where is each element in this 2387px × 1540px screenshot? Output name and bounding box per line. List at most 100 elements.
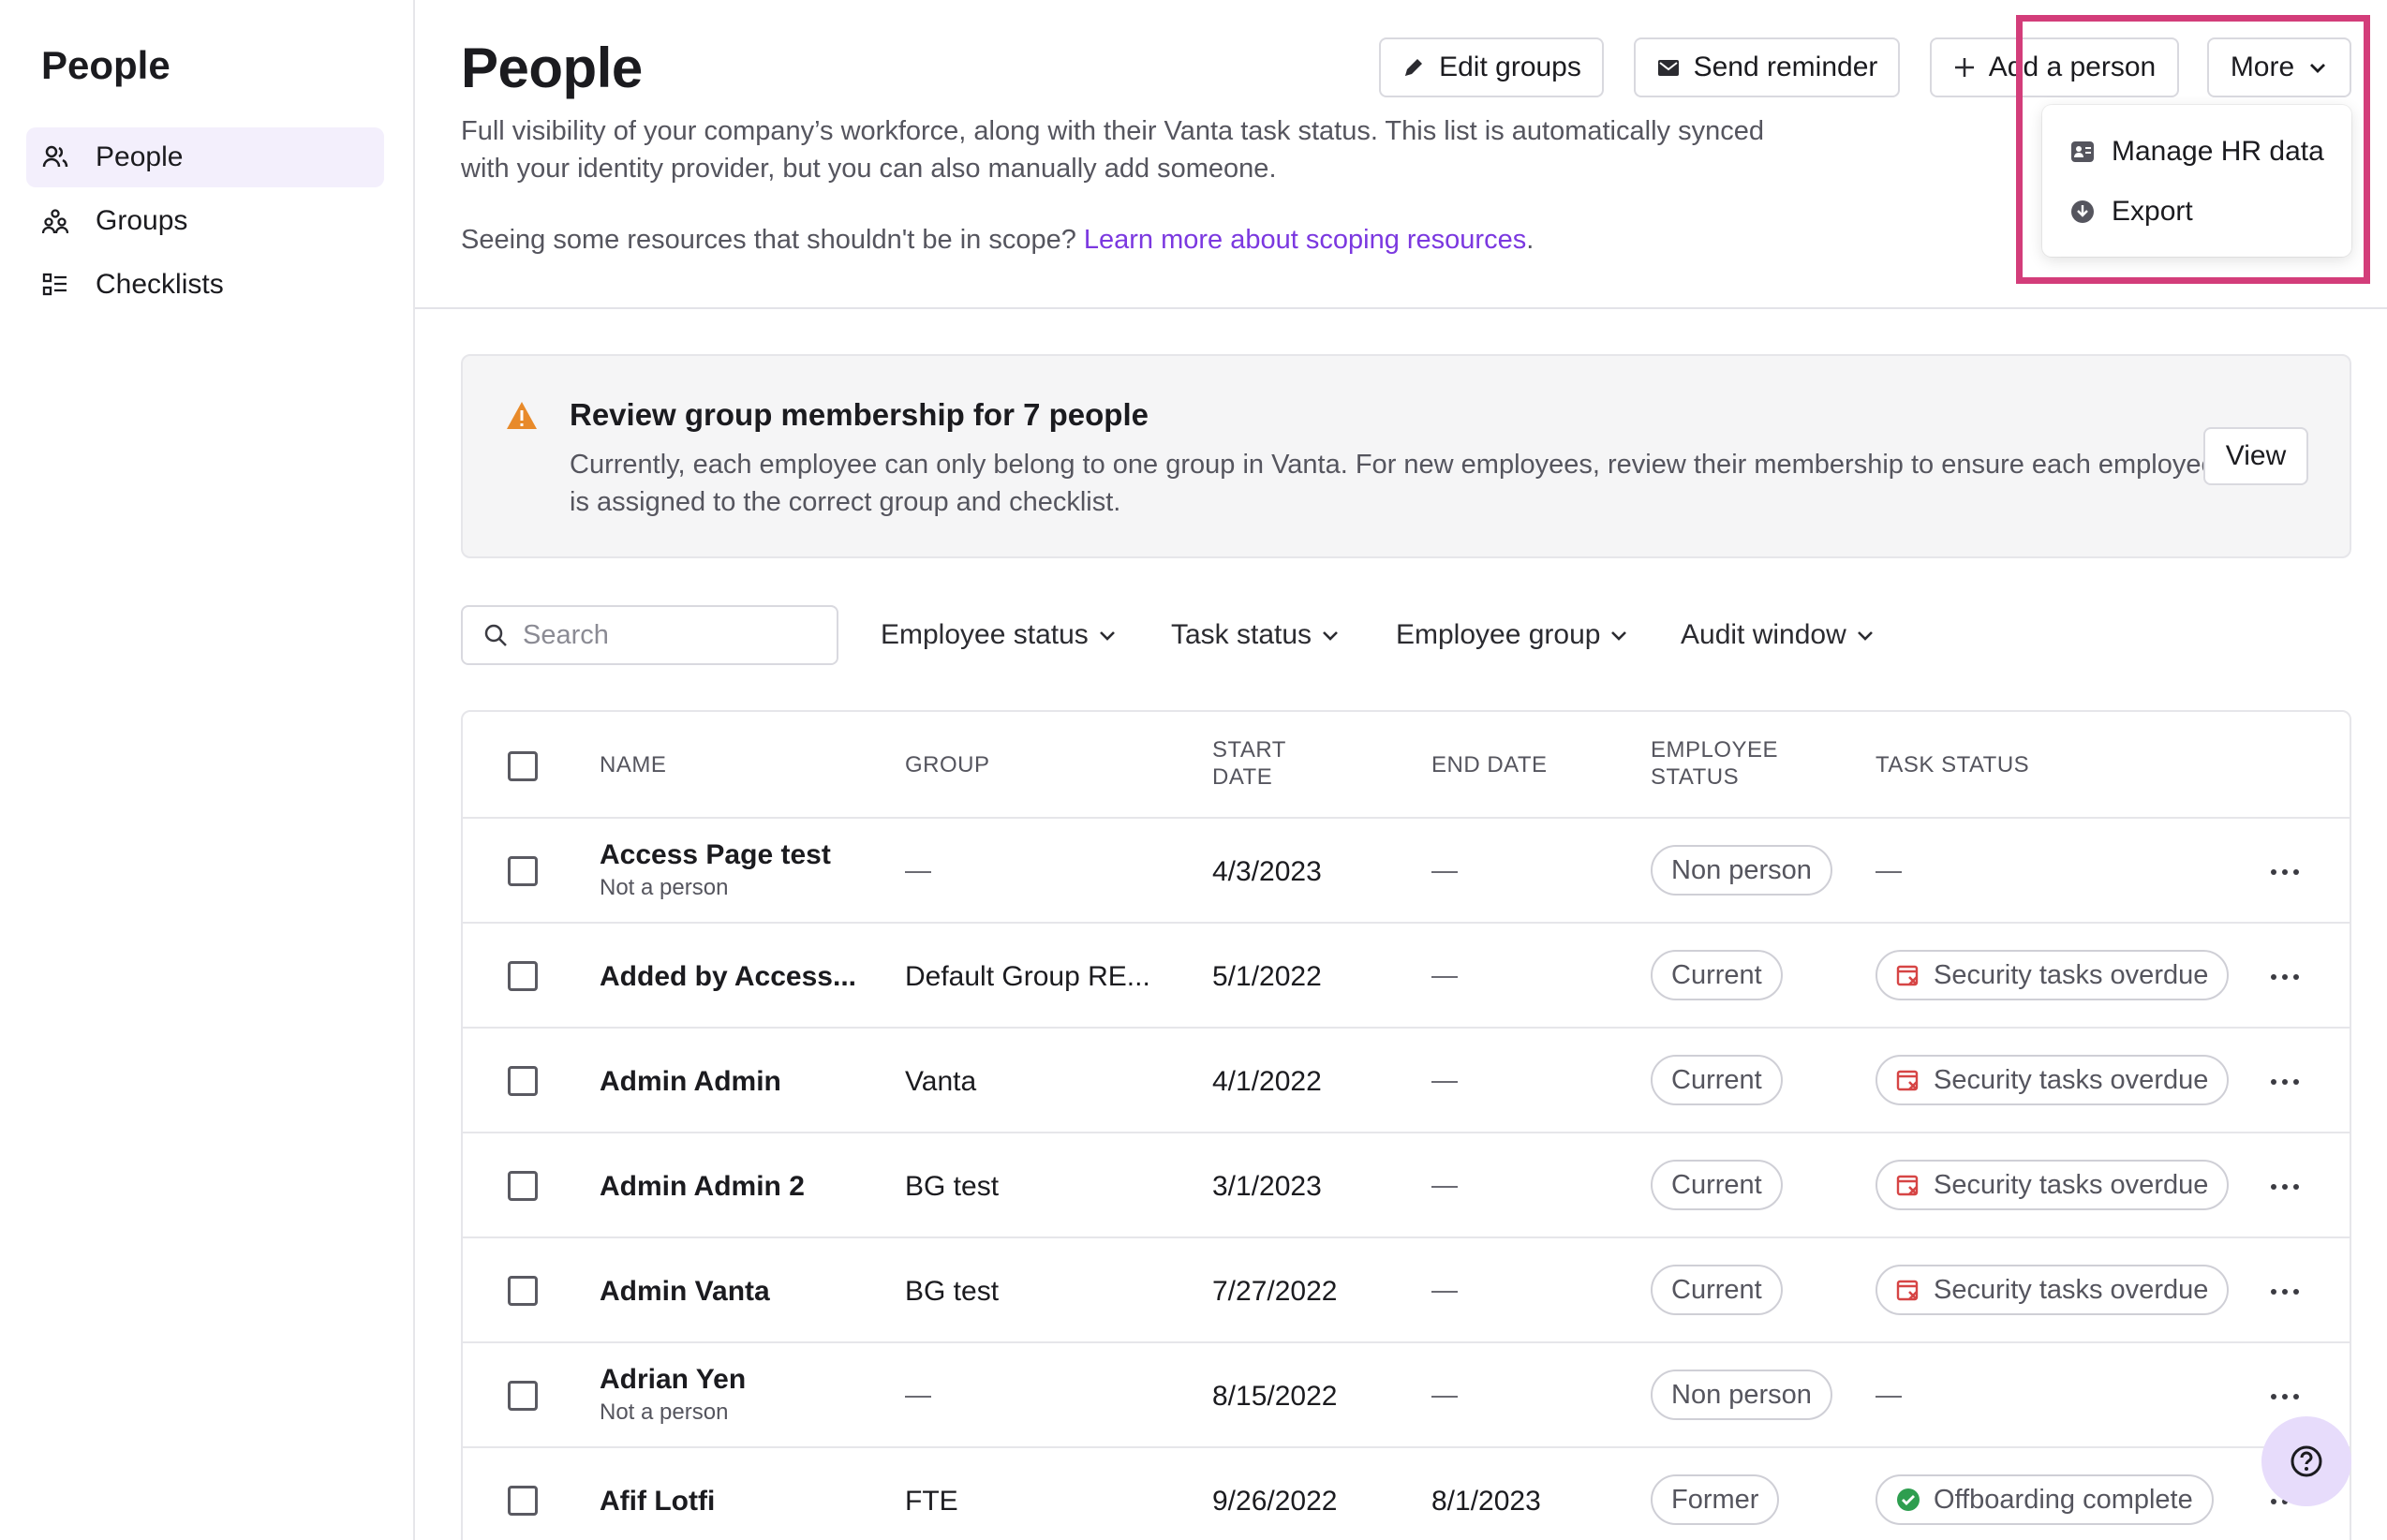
- task-status-label: Offboarding complete: [1934, 1484, 2193, 1515]
- task-status-filter[interactable]: Task status: [1171, 615, 1340, 656]
- column-header-text: START: [1212, 737, 1286, 763]
- task-status-badge: Security tasks overdue: [1876, 1265, 2230, 1315]
- people-icon: [41, 143, 69, 171]
- column-header-text: DATE: [1212, 764, 1273, 790]
- person-name[interactable]: Added by Access...: [600, 961, 856, 993]
- group-name: Vanta: [905, 1066, 977, 1097]
- person-name[interactable]: Admin Admin: [600, 1066, 781, 1098]
- filter-label: Task status: [1171, 619, 1312, 650]
- mail-icon: [1657, 60, 1679, 76]
- person-name[interactable]: Admin Vanta: [600, 1276, 770, 1308]
- person-name[interactable]: Admin Admin 2: [600, 1171, 805, 1203]
- row-checkbox[interactable]: [508, 1276, 538, 1306]
- sidebar-item-label: Checklists: [96, 269, 224, 300]
- row-actions-button[interactable]: [2271, 1392, 2299, 1401]
- person-name[interactable]: Access Page test: [600, 839, 831, 871]
- start-date: 7/27/2022: [1212, 1276, 1338, 1307]
- scope-text: Seeing some resources that shouldn't be …: [461, 225, 1084, 255]
- column-header-end-date[interactable]: END DATE: [1431, 751, 1548, 778]
- search-icon: [484, 624, 507, 646]
- table-row[interactable]: Admin Vanta BG test 7/27/2022 Current Se…: [463, 1238, 2350, 1343]
- highlight-annotation-box: [2016, 15, 2370, 284]
- banner-title: Review group membership for 7 people: [570, 397, 1149, 432]
- search-box[interactable]: [461, 605, 838, 665]
- group-empty-dash: [905, 871, 931, 873]
- table-row[interactable]: Added by Access... Default Group RE... 5…: [463, 924, 2350, 1029]
- row-checkbox[interactable]: [508, 1381, 538, 1411]
- employee-group-filter[interactable]: Employee group: [1396, 615, 1628, 656]
- row-actions-button[interactable]: [2271, 1077, 2299, 1087]
- column-header-task-status[interactable]: TASK STATUS: [1876, 751, 2029, 778]
- task-status-label: Security tasks overdue: [1934, 1274, 2209, 1305]
- page-description: Full visibility of your company’s workfo…: [461, 116, 1764, 184]
- task-status-label: Security tasks overdue: [1934, 1169, 2209, 1200]
- help-button[interactable]: [2261, 1416, 2351, 1506]
- audit-window-filter[interactable]: Audit window: [1681, 615, 1875, 656]
- sidebar-item-people[interactable]: People: [26, 127, 384, 187]
- column-header-employee-status[interactable]: EMPLOYEE STATUS: [1651, 736, 1778, 791]
- column-header-group[interactable]: GROUP: [905, 751, 990, 778]
- table-row[interactable]: Admin Admin Vanta 4/1/2022 Current Secur…: [463, 1029, 2350, 1133]
- row-checkbox[interactable]: [508, 1066, 538, 1096]
- filter-label: Employee status: [881, 619, 1089, 650]
- row-actions-button[interactable]: [2271, 972, 2299, 982]
- end-date-empty-dash: [1431, 1291, 1458, 1293]
- scoping-link[interactable]: Learn more about scoping resources: [1084, 225, 1526, 255]
- start-date: 5/1/2022: [1212, 961, 1322, 992]
- end-date-empty-dash: [1431, 871, 1458, 873]
- calendar-overdue-icon: [1896, 1280, 1919, 1301]
- column-header-name[interactable]: NAME: [600, 751, 666, 778]
- group-name: BG test: [905, 1276, 1000, 1307]
- person-subtitle: Not a person: [600, 875, 729, 900]
- scope-end: .: [1526, 225, 1534, 255]
- person-name[interactable]: Afif Lotfi: [600, 1486, 715, 1518]
- chevron-down-icon: [1857, 631, 1873, 641]
- groups-icon: [41, 207, 69, 235]
- task-status-label: Security tasks overdue: [1934, 1064, 2209, 1095]
- employee-status-badge: Current: [1651, 1265, 1783, 1315]
- task-status-badge: Offboarding complete: [1876, 1474, 2214, 1525]
- start-date: 3/1/2023: [1212, 1171, 1322, 1202]
- column-header-start-date[interactable]: START DATE: [1212, 736, 1286, 791]
- row-checkbox[interactable]: [508, 1486, 538, 1516]
- group-membership-banner: Review group membership for 7 people Cur…: [461, 354, 2351, 558]
- row-actions-button[interactable]: [2271, 1182, 2299, 1192]
- person-name[interactable]: Adrian Yen: [600, 1364, 746, 1396]
- table-row[interactable]: Adrian Yen Not a person 8/15/2022 Non pe…: [463, 1343, 2350, 1448]
- edit-groups-button[interactable]: Edit groups: [1379, 37, 1604, 97]
- header-divider: [415, 307, 2387, 309]
- row-checkbox[interactable]: [508, 961, 538, 991]
- group-name: BG test: [905, 1171, 1000, 1202]
- sidebar-item-label: Groups: [96, 205, 188, 236]
- start-date: 4/1/2022: [1212, 1066, 1322, 1097]
- warning-icon: [507, 402, 537, 429]
- employee-status-badge: Non person: [1651, 845, 1832, 896]
- sidebar-item-checklists[interactable]: Checklists: [26, 255, 384, 315]
- banner-text: Currently, each employee can only belong…: [570, 450, 2216, 517]
- sidebar: People People Groups Checklists: [0, 0, 415, 1540]
- row-checkbox[interactable]: [508, 856, 538, 886]
- task-status-label: Security tasks overdue: [1934, 959, 2209, 990]
- table-row[interactable]: Afif Lotfi FTE 9/26/2022 8/1/2023 Former…: [463, 1448, 2350, 1540]
- group-name: Default Group RE...: [905, 961, 1150, 992]
- row-actions-button[interactable]: [2271, 1287, 2299, 1296]
- table-row[interactable]: Access Page test Not a person 4/3/2023 N…: [463, 819, 2350, 924]
- end-date-empty-dash: [1431, 1081, 1458, 1083]
- calendar-overdue-icon: [1896, 1175, 1919, 1196]
- row-actions-button[interactable]: [2271, 867, 2299, 877]
- scope-note: Seeing some resources that shouldn't be …: [461, 225, 1534, 256]
- select-all-checkbox[interactable]: [508, 751, 538, 781]
- search-input[interactable]: [523, 619, 823, 651]
- send-reminder-button[interactable]: Send reminder: [1634, 37, 1900, 97]
- sidebar-item-groups[interactable]: Groups: [26, 191, 384, 251]
- page-title: People: [461, 37, 643, 99]
- view-button[interactable]: View: [2203, 427, 2308, 485]
- employee-status-filter[interactable]: Employee status: [881, 615, 1117, 656]
- row-checkbox[interactable]: [508, 1171, 538, 1201]
- task-status-empty-dash: [1876, 871, 1902, 873]
- person-subtitle: Not a person: [600, 1399, 729, 1425]
- start-date: 9/26/2022: [1212, 1486, 1338, 1517]
- task-status-empty-dash: [1876, 1396, 1902, 1398]
- table-row[interactable]: Admin Admin 2 BG test 3/1/2023 Current S…: [463, 1133, 2350, 1238]
- employee-status-badge: Current: [1651, 1160, 1783, 1210]
